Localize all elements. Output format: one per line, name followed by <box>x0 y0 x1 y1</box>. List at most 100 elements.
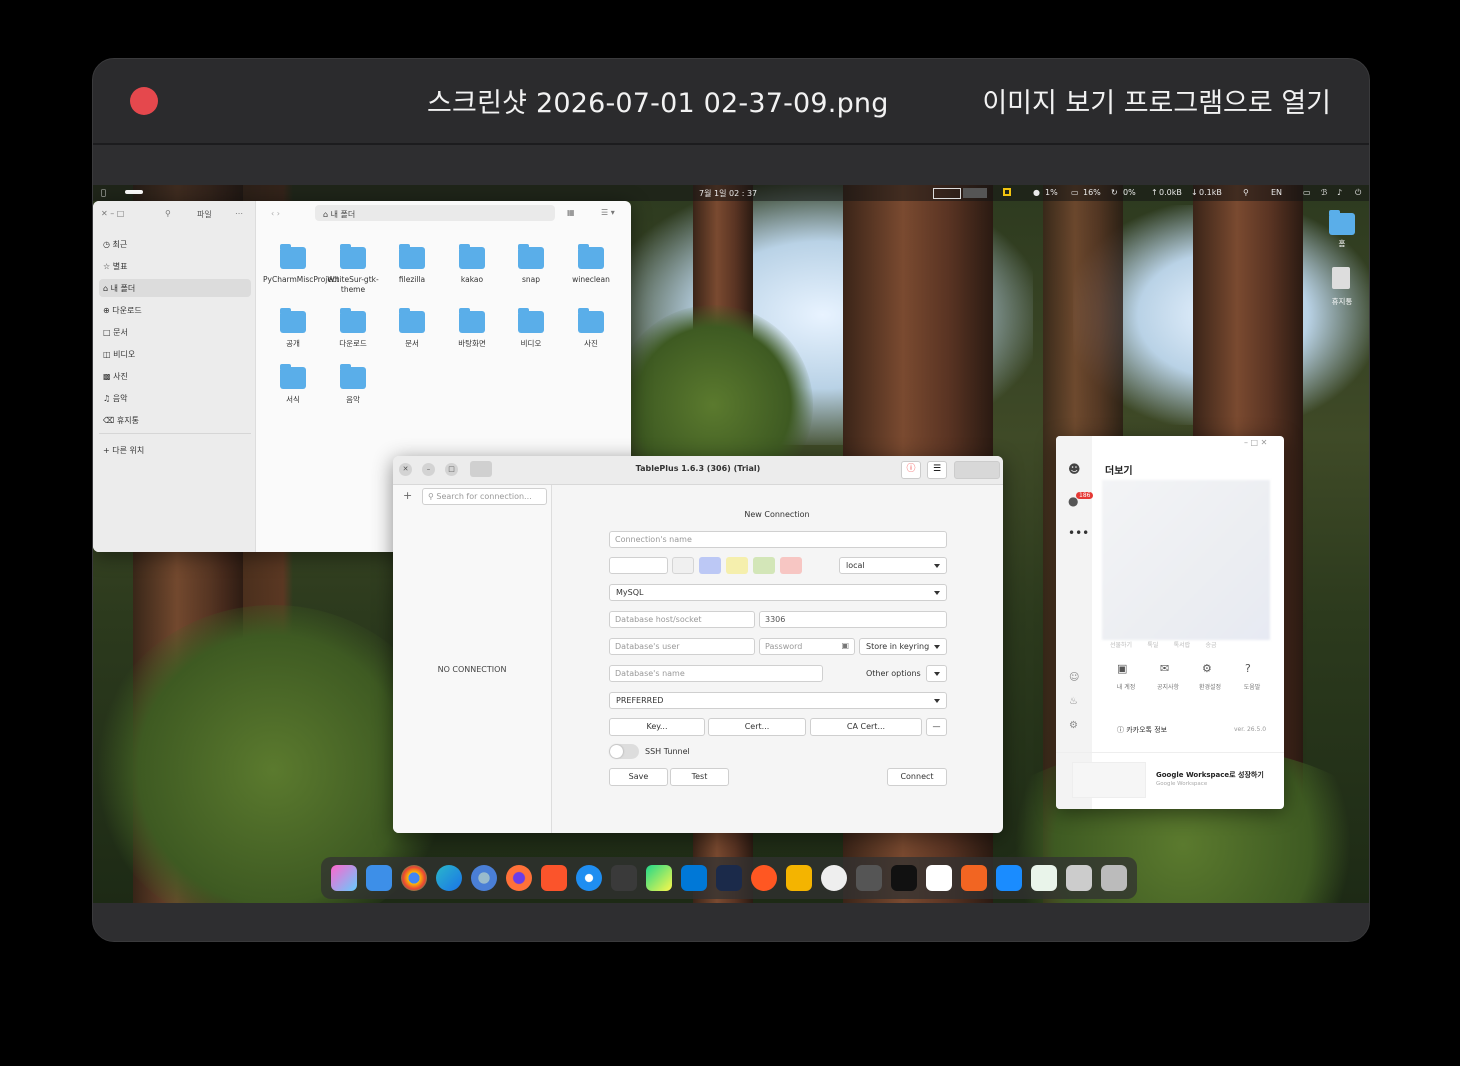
tableplus-icon[interactable] <box>1031 865 1057 891</box>
friends-icon[interactable]: ☻ <box>1068 462 1081 476</box>
color-swatch[interactable] <box>699 557 721 574</box>
test-button[interactable]: Test <box>670 768 729 786</box>
driver-select[interactable]: MySQL <box>609 584 947 601</box>
cert-button[interactable]: Cert... <box>708 718 806 736</box>
folder-icon[interactable] <box>399 244 425 269</box>
folder-icon[interactable] <box>340 364 366 389</box>
thunderbird-icon[interactable] <box>576 865 602 891</box>
trash-icon[interactable] <box>1332 267 1350 289</box>
help-icon[interactable]: ? <box>1245 662 1251 675</box>
language-indicator[interactable]: EN <box>1271 188 1282 197</box>
menu-label[interactable]: 환경설정 <box>1190 682 1230 691</box>
power-icon[interactable]: ⏻ <box>1355 188 1361 198</box>
gear-icon[interactable]: ⚙ <box>1069 720 1078 731</box>
terminal-icon[interactable] <box>891 865 917 891</box>
menu-icon[interactable]: ⋯ <box>235 209 243 218</box>
port-input[interactable]: 3306 <box>759 611 947 628</box>
account-icon[interactable]: ▣ <box>1117 662 1127 675</box>
keyring-select[interactable]: Store in keyring <box>859 638 947 655</box>
other-options-select[interactable] <box>926 665 947 682</box>
sidebar-item-videos[interactable]: ◫ 비디오 <box>103 349 135 360</box>
folder-icon[interactable] <box>578 244 604 269</box>
chrome-icon[interactable] <box>401 865 427 891</box>
brave-icon[interactable] <box>541 865 567 891</box>
home-folder-icon[interactable] <box>1329 210 1355 235</box>
list-view-icon[interactable]: ☰ ▾ <box>601 208 615 217</box>
folder-icon[interactable] <box>459 244 485 269</box>
color-swatch[interactable] <box>753 557 775 574</box>
connection-name-input[interactable]: Connection's name <box>609 531 947 548</box>
slack-icon[interactable] <box>926 865 952 891</box>
clock[interactable]: 7월 1일 02 : 37 <box>699 188 757 199</box>
add-icon[interactable]: + <box>403 489 412 502</box>
close-button[interactable] <box>130 87 158 115</box>
database-name-input[interactable]: Database's name <box>609 665 823 682</box>
postman-icon[interactable] <box>751 865 777 891</box>
environment-select[interactable]: local <box>839 557 947 574</box>
bluetooth-icon[interactable]: ℬ <box>1321 188 1327 197</box>
sidebar-item-recent[interactable]: ◷ 최근 <box>103 239 127 250</box>
sidebar-item-downloads[interactable]: ⊕ 다운로드 <box>103 305 142 316</box>
installer-icon[interactable] <box>961 865 987 891</box>
menu-label[interactable]: 공지사항 <box>1148 682 1188 691</box>
sidebar-item-pictures[interactable]: ▩ 사진 <box>103 371 128 382</box>
settings-icon[interactable]: ⚙ <box>1202 662 1212 675</box>
folder-icon[interactable] <box>340 244 366 269</box>
key-button[interactable]: Key... <box>609 718 705 736</box>
ad-title[interactable]: Google Workspace로 성장하기 <box>1156 770 1264 780</box>
chromium-icon[interactable] <box>471 865 497 891</box>
megaphone-icon[interactable]: ✉ <box>1160 662 1169 675</box>
sublime-icon[interactable] <box>611 865 637 891</box>
keyboard-icon[interactable] <box>933 188 961 199</box>
appstore-icon[interactable] <box>821 865 847 891</box>
sidebar-item-other-locations[interactable]: + 다른 위치 <box>103 445 144 456</box>
finder-icon[interactable] <box>366 865 392 891</box>
sidebar-item-starred[interactable]: ☆ 별표 <box>103 261 127 272</box>
folder-icon[interactable] <box>578 308 604 333</box>
search-icon[interactable]: ⚲ <box>1243 188 1249 197</box>
firefox-icon[interactable] <box>506 865 532 891</box>
vscode-icon[interactable] <box>681 865 707 891</box>
emoticon-icon[interactable]: ☺ <box>1069 672 1079 683</box>
bell-icon[interactable]: ♨ <box>1069 696 1078 707</box>
alert-icon[interactable]: ⓘ <box>901 461 921 479</box>
edge-icon[interactable] <box>436 865 462 891</box>
apple-icon[interactable]:  <box>101 188 106 197</box>
window-controls[interactable]: – □ ✕ <box>1244 438 1267 447</box>
ssl-mode-select[interactable]: PREFERRED <box>609 692 947 709</box>
remove-cert-button[interactable]: — <box>926 718 947 736</box>
volume-icon[interactable]: ♪ <box>1337 188 1342 197</box>
ca-cert-button[interactable]: CA Cert... <box>810 718 922 736</box>
color-swatch[interactable] <box>726 557 748 574</box>
connect-button[interactable]: Connect <box>887 768 947 786</box>
folder-icon[interactable] <box>280 364 306 389</box>
folder-icon[interactable] <box>340 308 366 333</box>
tag-input[interactable] <box>609 557 668 574</box>
save-button[interactable]: Save <box>609 768 668 786</box>
view-icon[interactable]: ▦ <box>567 208 575 217</box>
window-controls[interactable]: ✕ – □ <box>101 209 124 218</box>
host-input[interactable]: Database host/socket <box>609 611 755 628</box>
menu-label[interactable]: 도움말 <box>1232 682 1272 691</box>
monitor-icon[interactable]: ▭ <box>1303 188 1311 197</box>
nav-arrows[interactable]: ‹ › <box>271 209 280 218</box>
disk-icon[interactable] <box>1066 865 1092 891</box>
display-icon[interactable] <box>963 188 987 198</box>
cyberduck-icon[interactable] <box>786 865 812 891</box>
trash-icon[interactable] <box>1101 865 1127 891</box>
ssh-toggle[interactable] <box>609 744 639 759</box>
folder-icon[interactable] <box>518 244 544 269</box>
sidebar-item-trash[interactable]: ⌫ 휴지통 <box>103 415 139 426</box>
folder-icon[interactable] <box>459 308 485 333</box>
color-swatch[interactable] <box>780 557 802 574</box>
menu-label[interactable]: 내 계정 <box>1106 682 1146 691</box>
sidebar-item-music[interactable]: ♫ 음악 <box>103 393 127 404</box>
info-row[interactable]: ⓘ 카카오톡 정보 <box>1117 725 1167 735</box>
folder-icon[interactable] <box>399 308 425 333</box>
sidebar-item-home[interactable]: ⌂ 내 폴더 <box>103 283 135 294</box>
folder-icon[interactable] <box>518 308 544 333</box>
ad-thumbnail[interactable] <box>1072 762 1146 798</box>
pycharm-icon[interactable] <box>646 865 672 891</box>
search-input[interactable]: ⚲ Search for connection... <box>422 488 547 505</box>
workspace-indicator[interactable] <box>125 190 143 194</box>
